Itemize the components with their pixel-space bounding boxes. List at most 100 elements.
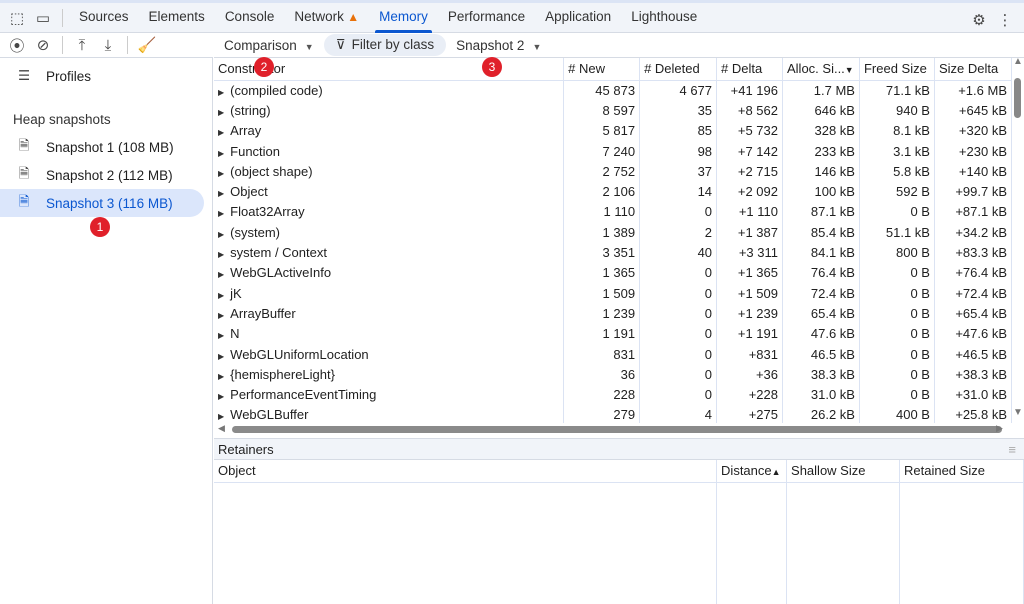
column-header[interactable]: # New (563, 58, 641, 81)
tab-sources[interactable]: Sources (69, 3, 139, 33)
constructor-cell: ▶ (system) (214, 222, 565, 243)
expand-triangle-icon[interactable]: ▶ (218, 372, 224, 381)
retainers-column-header[interactable]: Shallow Size (786, 460, 900, 483)
cell-text: 2 106 (602, 184, 636, 200)
tab-elements[interactable]: Elements (139, 3, 215, 33)
column-header[interactable]: # Deleted (639, 58, 718, 81)
more-options-icon[interactable]: ⋮ (992, 7, 1018, 33)
expand-triangle-icon[interactable]: ▶ (218, 230, 224, 239)
expand-triangle-icon[interactable]: ▶ (218, 392, 224, 401)
base-snapshot-dropdown[interactable]: Snapshot 2 ▼ (446, 38, 551, 53)
tab-application[interactable]: Application (535, 3, 621, 33)
retainers-column-header[interactable]: Distance▲ (716, 460, 788, 483)
tab-lighthouse[interactable]: Lighthouse (621, 3, 707, 33)
chevron-down-icon: ▼ (304, 41, 314, 52)
horizontal-scrollbar[interactable]: ◀ ▶ (214, 423, 1012, 435)
scroll-down-icon[interactable]: ▼ (1013, 407, 1023, 418)
scroll-left-icon[interactable]: ◀ (218, 423, 225, 434)
table-row[interactable]: ▶ Array 5 817 85 +5 732 328 kB 8.1 kB +320 kB (214, 120, 1012, 141)
scroll-up-icon[interactable]: ▲ (1013, 56, 1023, 67)
sidebar-item-profiles[interactable]: ☰ Profiles (0, 62, 212, 90)
table-row[interactable]: ▶ (string) 8 597 35 +8 562 646 kB 940 B +645 kB (214, 100, 1012, 121)
vertical-scrollbar[interactable]: ▲ ▼ (1012, 56, 1024, 423)
table-row[interactable]: ▶ ArrayBuffer 1 239 0 +1 239 65.4 kB 0 B +65.4 … (214, 303, 1012, 324)
sidebar-item-snapshot-2[interactable]: 🗎 Snapshot 2 (112 MB) (0, 161, 212, 189)
sidebar-item-snapshot-3[interactable]: 🗎 Snapshot 3 (116 MB) (0, 189, 204, 217)
expand-triangle-icon[interactable]: ▶ (218, 352, 224, 361)
column-header[interactable]: # Delta (716, 58, 783, 81)
value-cell: +87.1 kB (934, 201, 1012, 223)
table-row[interactable]: ▶ jK 1 509 0 +1 509 72.4 kB 0 B +72.4 kB (214, 282, 1012, 304)
clear-icon[interactable]: ⊘ (30, 32, 56, 58)
cell-text: 831 (613, 346, 636, 362)
value-cell: 85 (639, 120, 718, 141)
collect-garbage-icon[interactable]: 🧹 (134, 32, 160, 58)
column-header[interactable]: Freed Size (859, 58, 935, 81)
expand-triangle-icon[interactable]: ▶ (218, 412, 224, 421)
expand-triangle-icon[interactable]: ▶ (218, 149, 224, 158)
base-snapshot-label: Snapshot 2 (456, 37, 525, 53)
value-cell: 0 B (859, 343, 935, 365)
table-row[interactable]: ▶ WebGLActiveInfo 1 365 0 +1 365 76.4 kB 0 B +7… (214, 262, 1012, 283)
view-mode-dropdown[interactable]: Comparison ▼ (214, 38, 324, 53)
expand-triangle-icon[interactable]: ▶ (218, 108, 224, 117)
expand-triangle-icon[interactable]: ▶ (218, 169, 224, 178)
sidebar-item-snapshot-1[interactable]: 🗎 Snapshot 1 (108 MB) (0, 133, 212, 161)
value-cell: +76.4 kB (934, 262, 1012, 283)
value-cell: 0 B (859, 323, 935, 344)
vertical-scroll-thumb[interactable] (1014, 78, 1021, 118)
column-header[interactable]: Size Delta (934, 58, 1012, 81)
table-row[interactable]: ▶ {hemisphereLight} 36 0 +36 38.3 kB 0 B +38.3 … (214, 364, 1012, 385)
value-cell: 2 (639, 222, 718, 243)
expand-triangle-icon[interactable]: ▶ (218, 250, 224, 259)
value-cell: 0 (639, 303, 718, 324)
expand-triangle-icon[interactable]: ▶ (218, 209, 224, 218)
value-cell: 328 kB (782, 120, 860, 141)
table-row[interactable]: ▶ PerformanceEventTiming 228 0 +228 31.0 kB 0 … (214, 384, 1012, 405)
filter-by-class-input[interactable]: ⊽ Filter by class (323, 34, 447, 56)
table-row[interactable]: ▶ Object 2 106 14 +2 092 100 kB 592 B +99.7 kB (214, 181, 1012, 202)
value-cell: 233 kB (782, 140, 860, 162)
gear-icon[interactable]: ⚙ (966, 7, 992, 33)
expand-triangle-icon[interactable]: ▶ (218, 270, 224, 279)
table-row[interactable]: ▶ WebGLUniformLocation 831 0 +831 46.5 kB 0 B +… (214, 343, 1012, 365)
expand-triangle-icon[interactable]: ▶ (218, 331, 224, 340)
table-row[interactable]: ▶ WebGLBuffer 279 4 +275 26.2 kB 400 B +25.8 kB (214, 404, 1012, 423)
tab-console[interactable]: Console (215, 3, 285, 33)
constructor-cell: ▶ WebGLBuffer (214, 404, 565, 423)
annotation-badge-3: 3 (482, 57, 502, 77)
tab-network[interactable]: Network ▲ (284, 3, 369, 33)
tab-memory[interactable]: Memory (369, 3, 438, 33)
tab-performance[interactable]: Performance (438, 3, 535, 33)
expand-triangle-icon[interactable]: ▶ (218, 291, 224, 300)
expand-triangle-icon[interactable]: ▶ (218, 311, 224, 320)
value-cell: 0 (639, 384, 718, 405)
upload-icon[interactable]: ⤒ (69, 32, 95, 58)
filter-icon: ⊽ (335, 37, 346, 52)
table-row[interactable]: ▶ (compiled code) 45 873 4 677 +41 196 1.7 MB… (214, 80, 1012, 101)
expand-triangle-icon[interactable]: ▶ (218, 128, 224, 137)
horizontal-scroll-thumb[interactable] (232, 426, 1002, 433)
resize-handle-icon[interactable]: ≡ (1008, 442, 1016, 457)
record-icon[interactable]: ⦿ (4, 32, 30, 58)
download-icon[interactable]: ⤓ (95, 32, 121, 58)
value-cell: 0 B (859, 282, 935, 304)
retainers-column-header[interactable]: Retained Size (899, 460, 1024, 483)
column-header[interactable]: Alloc. Si...▼ (782, 58, 860, 81)
value-cell: 2 752 (563, 161, 641, 182)
value-cell: +228 (716, 384, 783, 405)
table-row[interactable]: ▶ (system) 1 389 2 +1 387 85.4 kB 51.1 kB +34.2… (214, 222, 1012, 243)
table-row[interactable]: ▶ system / Context 3 351 40 +3 311 84.1 kB 800… (214, 242, 1012, 263)
inspect-element-icon[interactable]: ⬚ (4, 5, 30, 31)
table-row[interactable]: ▶ N 1 191 0 +1 191 47.6 kB 0 B +47.6 kB (214, 323, 1012, 344)
comparison-table: Constructor # New # Deleted # Delta Alloc. S… (214, 58, 1012, 423)
scroll-right-icon[interactable]: ▶ (996, 423, 1003, 434)
expand-triangle-icon[interactable]: ▶ (218, 88, 224, 97)
value-cell: +275 (716, 404, 783, 423)
device-toolbar-icon[interactable]: ▭ (30, 5, 56, 31)
table-row[interactable]: ▶ Float32Array 1 110 0 +1 110 87.1 kB 0 B +87.1… (214, 201, 1012, 223)
expand-triangle-icon[interactable]: ▶ (218, 189, 224, 198)
table-row[interactable]: ▶ Function 7 240 98 +7 142 233 kB 3.1 kB +230 k… (214, 140, 1012, 162)
retainers-column-header[interactable]: Object (214, 460, 718, 483)
table-row[interactable]: ▶ (object shape) 2 752 37 +2 715 146 kB 5.8 kB… (214, 161, 1012, 182)
